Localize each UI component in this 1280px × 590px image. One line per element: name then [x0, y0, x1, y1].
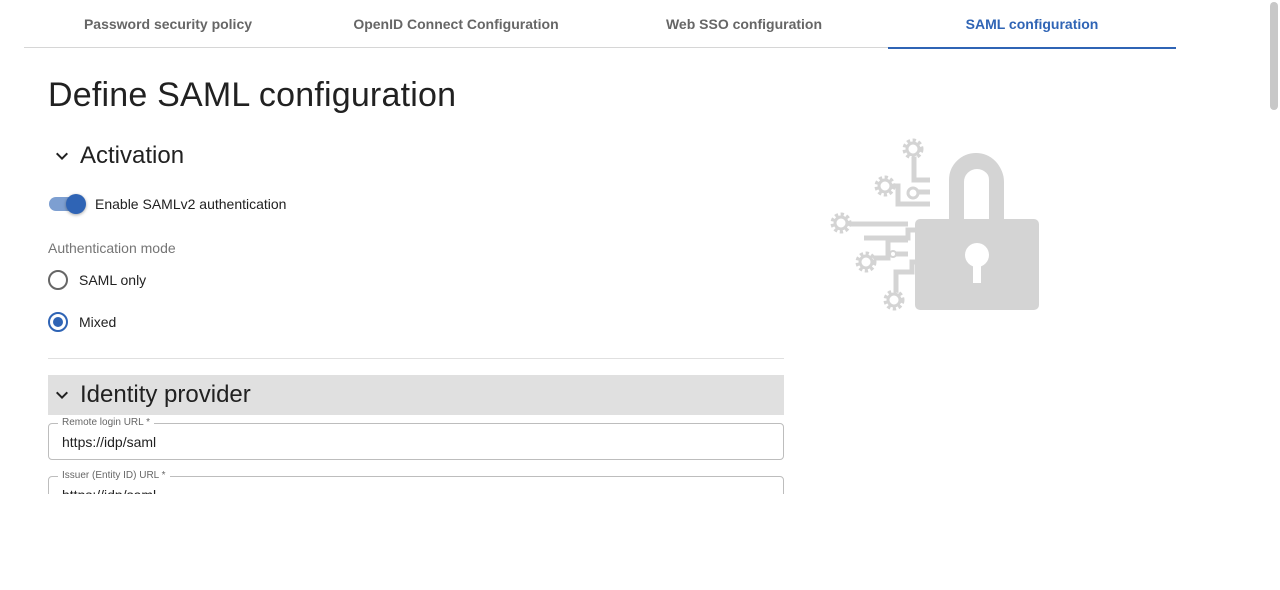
chevron-down-icon: [50, 383, 74, 407]
radio-label: SAML only: [79, 272, 147, 288]
tab-password-security-policy[interactable]: Password security policy: [24, 0, 312, 48]
chevron-down-icon: [50, 144, 74, 168]
identity-provider-section-title: Identity provider: [80, 381, 251, 408]
remote-login-url-field[interactable]: Remote login URL * https://idp/saml: [48, 416, 784, 460]
tab-web-sso-configuration[interactable]: Web SSO configuration: [600, 0, 888, 48]
radio-button-unchecked[interactable]: [48, 270, 68, 290]
radio-mixed[interactable]: Mixed: [48, 311, 116, 333]
tab-label: Password security policy: [83, 16, 253, 32]
content-clip-area: [0, 494, 1268, 590]
tab-bar: Password security policy OpenID Connect …: [24, 0, 1176, 49]
tab-label: SAML configuration: [965, 16, 1099, 32]
padlock-with-gears-illustration: [826, 134, 1042, 314]
activation-section-header[interactable]: Activation: [48, 136, 784, 176]
scrollbar-thumb[interactable]: [1270, 2, 1278, 110]
field-label: Issuer (Entity ID) URL *: [58, 469, 170, 483]
saml-enable-toggle-row: Enable SAMLv2 authentication: [48, 192, 286, 216]
radio-button-checked[interactable]: [48, 312, 68, 332]
section-divider: [48, 358, 784, 359]
identity-provider-section-header[interactable]: Identity provider: [48, 375, 784, 415]
tab-openid-connect-configuration[interactable]: OpenID Connect Configuration: [312, 0, 600, 48]
field-label: Remote login URL *: [58, 416, 155, 430]
tab-label: OpenID Connect Configuration: [353, 16, 559, 32]
page-title: Define SAML configuration: [48, 76, 457, 114]
vertical-scrollbar[interactable]: [1268, 0, 1280, 590]
authentication-mode-label: Authentication mode: [48, 240, 176, 256]
enable-samlv2-toggle[interactable]: [48, 192, 86, 216]
tab-label: Web SSO configuration: [665, 16, 823, 32]
radio-saml-only[interactable]: SAML only: [48, 269, 146, 291]
toggle-knob: [66, 194, 86, 214]
radio-label: Mixed: [79, 314, 117, 330]
tab-saml-configuration[interactable]: SAML configuration: [888, 0, 1176, 49]
activation-section-title: Activation: [80, 142, 185, 169]
field-value[interactable]: https://idp/saml: [62, 434, 156, 450]
enable-samlv2-label: Enable SAMLv2 authentication: [95, 196, 287, 212]
